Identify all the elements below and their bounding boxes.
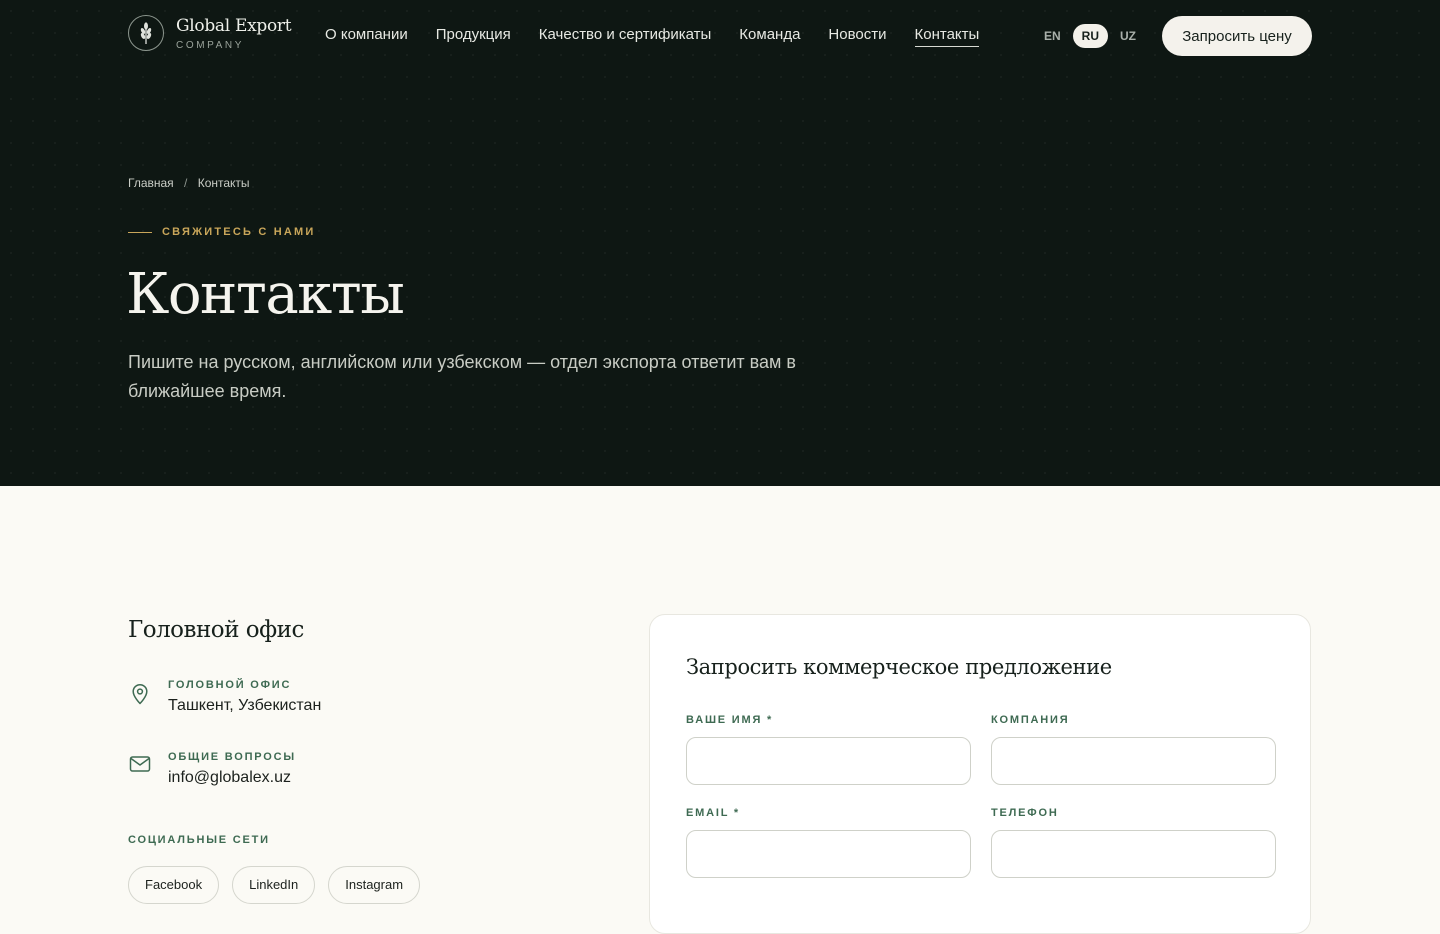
company-label: КОМПАНИЯ — [991, 714, 1070, 726]
main-nav: О компании Продукция Качество и сертифик… — [325, 26, 1007, 47]
social-links: Facebook LinkedIn Instagram — [128, 866, 433, 904]
company-input[interactable] — [991, 737, 1276, 785]
form-title: Запросить коммерческое предложение — [686, 655, 1112, 679]
email-field-label: EMAIL * — [686, 807, 740, 819]
breadcrumb-separator: / — [184, 176, 188, 190]
breadcrumb: Главная / Контакты — [128, 176, 250, 190]
page-title: Контакты — [126, 262, 405, 327]
hero-section: Global Export COMPANY О компании Продукц… — [0, 0, 1440, 486]
name-input[interactable] — [686, 737, 971, 785]
logo-name: Global Export — [176, 15, 292, 36]
nav-contacts[interactable]: Контакты — [914, 26, 980, 47]
breadcrumb-home[interactable]: Главная — [128, 176, 174, 190]
nav-about[interactable]: О компании — [325, 26, 408, 47]
phone-label: ТЕЛЕФОН — [991, 807, 1059, 819]
office-email: ОБЩИЕ ВОПРОСЫ info@globalex.uz — [128, 751, 296, 787]
map-pin-icon — [128, 683, 152, 707]
lang-uz[interactable]: UZ — [1111, 24, 1145, 48]
email-label: ОБЩИЕ ВОПРОСЫ — [168, 751, 296, 763]
name-label: ВАШЕ ИМЯ * — [686, 714, 774, 726]
address-label: ГОЛОВНОЙ ОФИС — [168, 679, 292, 691]
social-label: СОЦИАЛЬНЫЕ СЕТИ — [128, 834, 270, 846]
nav-quality[interactable]: Качество и сертификаты — [539, 26, 712, 47]
office-address: ГОЛОВНОЙ ОФИС Ташкент, Узбекистан — [128, 679, 321, 715]
eyebrow-text: СВЯЖИТЕСЬ С НАМИ — [162, 226, 316, 238]
logo[interactable]: Global Export COMPANY — [128, 15, 292, 51]
address-value: Ташкент, Узбекистан — [168, 697, 322, 714]
lang-ru[interactable]: RU — [1072, 24, 1109, 48]
quote-form-card: Запросить коммерческое предложение ВАШЕ … — [649, 614, 1311, 934]
email-link[interactable]: info@globalex.uz — [168, 769, 296, 787]
wheat-logo-icon — [128, 15, 164, 51]
nav-products[interactable]: Продукция — [436, 26, 511, 47]
logo-subtitle: COMPANY — [176, 39, 245, 51]
eyebrow-line — [128, 231, 152, 233]
mail-icon — [128, 755, 152, 779]
social-facebook[interactable]: Facebook — [128, 866, 220, 904]
social-instagram[interactable]: Instagram — [328, 866, 421, 904]
lang-en[interactable]: EN — [1035, 24, 1070, 48]
email-input[interactable] — [686, 830, 971, 878]
eyebrow: СВЯЖИТЕСЬ С НАМИ — [128, 226, 316, 238]
nav-team[interactable]: Команда — [739, 26, 800, 47]
office-title: Головной офис — [128, 617, 304, 643]
language-switcher: EN RU UZ — [1035, 24, 1148, 48]
request-price-button[interactable]: Запросить цену — [1162, 16, 1312, 56]
nav-news[interactable]: Новости — [828, 26, 886, 47]
social-linkedin[interactable]: LinkedIn — [232, 866, 316, 904]
breadcrumb-current: Контакты — [197, 176, 250, 190]
hero-lead: Пишите на русском, английском или узбекс… — [128, 352, 796, 401]
phone-input[interactable] — [991, 830, 1276, 878]
